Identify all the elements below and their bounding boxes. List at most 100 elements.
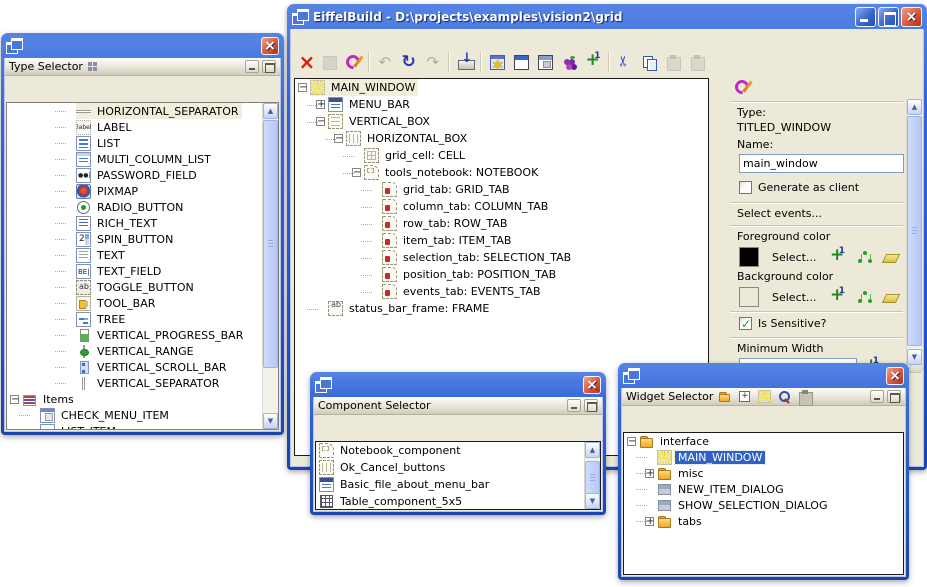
tree-row[interactable]: NEW_ITEM_DIALOG <box>624 481 903 497</box>
tree-row[interactable]: TOOL_BAR <box>7 295 278 311</box>
scroll-thumb[interactable] <box>585 461 600 494</box>
panel-minimize-button[interactable] <box>567 399 581 412</box>
type-selector-scrollbar[interactable]: ▲ ▼ <box>262 103 278 429</box>
select-events-link[interactable]: Select events... <box>737 207 923 221</box>
panel-minimize-button[interactable] <box>870 390 884 403</box>
component-scrollbar[interactable]: ▲ ▼ <box>584 442 600 509</box>
toolbar-button[interactable] <box>293 51 317 73</box>
scroll-up-button[interactable]: ▲ <box>263 103 278 119</box>
tree-expander[interactable]: − <box>627 437 636 446</box>
menu-item[interactable] <box>341 36 357 42</box>
folder-icon[interactable] <box>718 390 731 403</box>
list-item[interactable]: Ok_Cancel_buttons <box>316 459 600 476</box>
tree-row[interactable]: LABEL <box>7 119 278 135</box>
tree-row[interactable]: SPIN_BUTTON <box>7 231 278 247</box>
toolbar-button[interactable] <box>317 51 341 73</box>
search-icon[interactable] <box>778 390 791 403</box>
scroll-up-button[interactable]: ▲ <box>907 99 922 115</box>
scroll-up-button[interactable]: ▲ <box>585 442 600 458</box>
tree-row[interactable]: SHOW_SELECTION_DIALOG <box>624 497 903 513</box>
tree-row[interactable]: row_tab: ROW_TAB <box>295 215 708 232</box>
tree-expander[interactable]: − <box>298 83 307 92</box>
tree-row[interactable]: events_tab: EVENTS_TAB <box>295 283 708 300</box>
tree-row[interactable]: grid_tab: GRID_TAB <box>295 181 708 198</box>
tree-row[interactable]: HORIZONTAL_SEPARATOR <box>7 103 278 119</box>
close-button[interactable]: × <box>886 367 904 385</box>
scroll-down-button[interactable]: ▼ <box>263 413 278 429</box>
close-button[interactable]: × <box>583 376 601 394</box>
background-color-swatch[interactable] <box>739 287 759 307</box>
component-selector-titlebar[interactable]: × <box>313 372 603 397</box>
type-selector-titlebar[interactable]: × <box>4 33 281 58</box>
main-window-titlebar[interactable]: EiffelBuild - D:\projects\examples\visio… <box>290 4 924 29</box>
tree-row[interactable]: TREE <box>7 311 278 327</box>
tree-row[interactable]: − Items <box>7 391 278 407</box>
toolbar-button[interactable] <box>685 51 709 73</box>
type-selector-header[interactable]: Type Selector <box>5 58 280 76</box>
tree-row[interactable]: MULTI_COLUMN_LIST <box>7 151 278 167</box>
panel-maximize-button[interactable] <box>262 60 276 73</box>
tree-row[interactable]: VERTICAL_RANGE <box>7 343 278 359</box>
tree-row[interactable]: TEXT_FIELD <box>7 263 278 279</box>
scroll-down-button[interactable]: ▼ <box>585 493 600 509</box>
minimize-button[interactable] <box>855 7 876 27</box>
bg-link-constant-icon[interactable] <box>857 290 872 305</box>
name-input[interactable] <box>739 154 904 173</box>
menu-item[interactable] <box>325 36 341 42</box>
menu-item[interactable] <box>309 36 325 42</box>
tree-row[interactable]: + misc <box>624 465 903 481</box>
tree-row[interactable]: PIXMAP <box>7 183 278 199</box>
fg-add-constant-icon[interactable] <box>830 250 845 265</box>
bg-add-constant-icon[interactable] <box>830 290 845 305</box>
tree-row[interactable]: − interface <box>624 433 903 449</box>
tree-row[interactable]: LIST_ITEM <box>7 423 278 430</box>
bg-select-link[interactable]: Select... <box>772 291 830 304</box>
tree-row[interactable]: − HORIZONTAL_BOX <box>295 130 708 147</box>
toolbar-button[interactable] <box>341 51 365 73</box>
scroll-thumb[interactable] <box>263 120 278 368</box>
fg-reset-icon[interactable] <box>883 250 898 265</box>
widget-selector-titlebar[interactable]: × <box>621 363 906 388</box>
menu-item[interactable] <box>293 36 309 42</box>
tree-row[interactable]: TEXT <box>7 247 278 263</box>
panel-maximize-button[interactable] <box>584 399 598 412</box>
foreground-color-swatch[interactable] <box>739 247 759 267</box>
toolbar-button[interactable] <box>485 51 509 73</box>
generate-as-client-checkbox[interactable] <box>739 181 752 194</box>
tree-row[interactable]: LIST <box>7 135 278 151</box>
toolbar-button[interactable] <box>509 51 533 73</box>
tree-row[interactable]: RADIO_BUTTON <box>7 199 278 215</box>
widget-selector-header[interactable]: Widget Selector <box>622 388 905 406</box>
toolbar-button[interactable] <box>397 51 421 73</box>
toolbar-button[interactable] <box>557 51 581 73</box>
fg-link-constant-icon[interactable] <box>857 250 872 265</box>
tree-row[interactable]: PASSWORD_FIELD <box>7 167 278 183</box>
component-selector-header[interactable]: Component Selector <box>314 397 602 415</box>
tree-row[interactable]: grid_cell: CELL <box>295 147 708 164</box>
toolbar-button[interactable] <box>613 51 637 73</box>
close-button[interactable]: × <box>901 7 922 27</box>
toolbar-button[interactable] <box>581 51 605 73</box>
tree-row[interactable]: status_bar_frame: FRAME <box>295 300 708 317</box>
list-item[interactable]: Basic_file_about_menu_bar <box>316 476 600 493</box>
tree-row[interactable]: RICH_TEXT <box>7 215 278 231</box>
list-item[interactable]: Notebook_component <box>316 442 600 459</box>
tree-row[interactable]: − MAIN_WINDOW <box>295 79 708 96</box>
tree-row[interactable]: + MENU_BAR <box>295 96 708 113</box>
tree-row[interactable]: VERTICAL_SEPARATOR <box>7 375 278 391</box>
toolbar-button[interactable] <box>453 51 477 73</box>
expandbox-icon[interactable] <box>738 390 751 403</box>
list-item[interactable]: Table_component_5x5 <box>316 493 600 510</box>
bg-reset-icon[interactable] <box>883 290 898 305</box>
tree-row[interactable]: + tabs <box>624 513 903 529</box>
scroll-thumb[interactable] <box>907 116 922 346</box>
fg-select-link[interactable]: Select... <box>772 251 830 264</box>
tree-row[interactable]: item_tab: ITEM_TAB <box>295 232 708 249</box>
tree-row[interactable]: VERTICAL_PROGRESS_BAR <box>7 327 278 343</box>
toolbar-button[interactable] <box>661 51 685 73</box>
toolbar-button[interactable] <box>637 51 661 73</box>
tree-row[interactable]: TOGGLE_BUTTON <box>7 279 278 295</box>
close-button[interactable]: × <box>261 37 279 55</box>
properties-scrollbar[interactable]: ▲ ▼ <box>906 99 922 365</box>
panel-minimize-button[interactable] <box>245 60 259 73</box>
